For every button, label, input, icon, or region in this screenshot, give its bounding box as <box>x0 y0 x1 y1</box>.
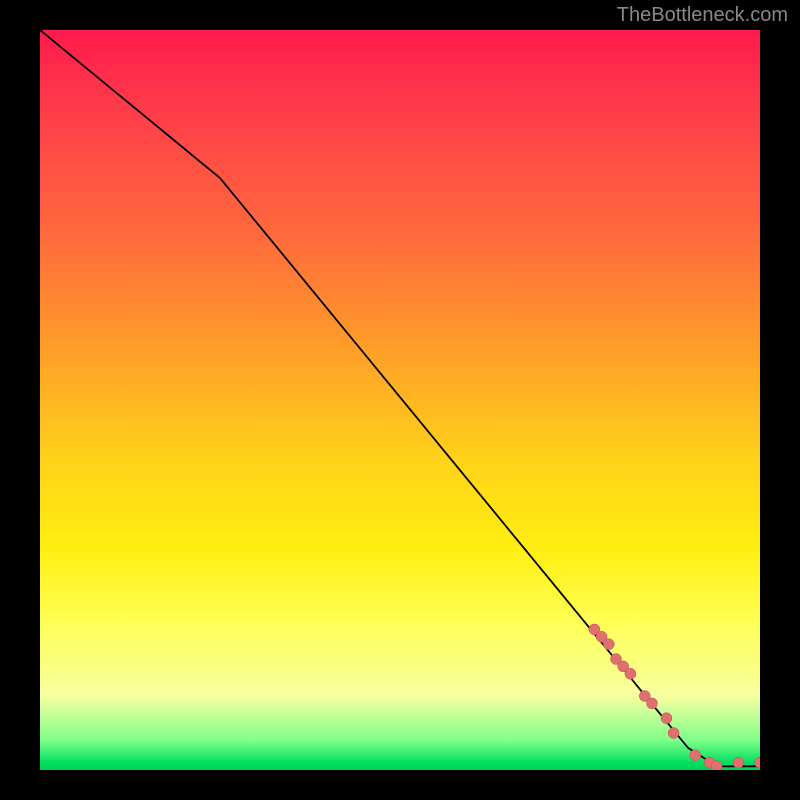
data-marker <box>625 668 636 679</box>
data-marker <box>668 728 679 739</box>
marker-group <box>589 624 760 770</box>
data-marker <box>711 761 722 770</box>
data-marker <box>647 698 658 709</box>
chart-frame: TheBottleneck.com <box>0 0 800 800</box>
chart-svg <box>40 30 760 770</box>
data-marker <box>661 713 672 724</box>
data-marker <box>690 750 701 761</box>
data-marker <box>603 639 614 650</box>
curve-line <box>40 30 760 766</box>
data-marker <box>733 757 744 768</box>
watermark-text: TheBottleneck.com <box>617 4 788 27</box>
plot-area <box>40 30 760 770</box>
